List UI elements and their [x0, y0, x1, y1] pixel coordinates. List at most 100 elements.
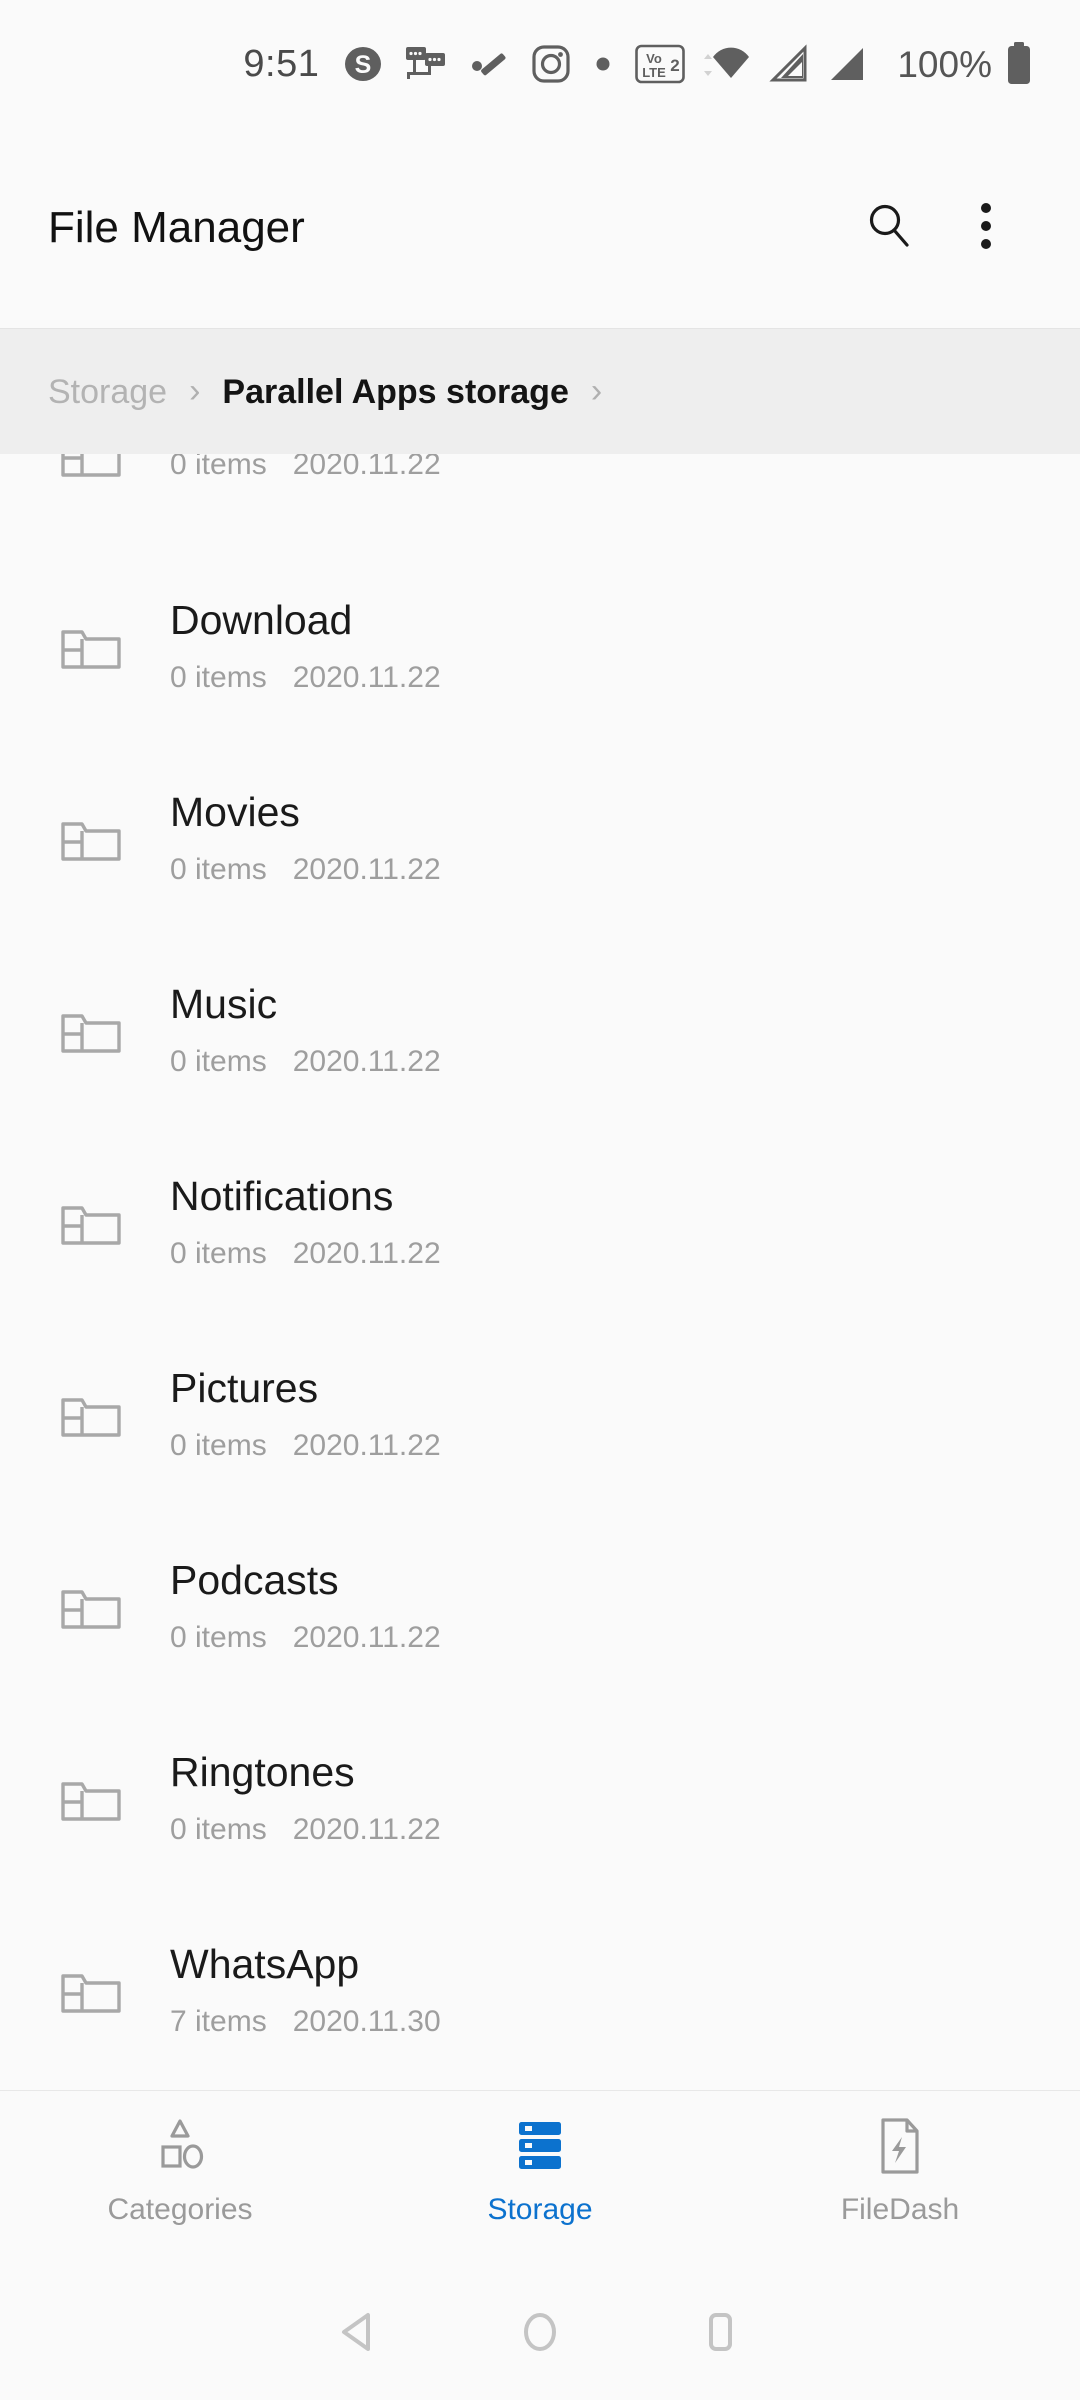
- folder-icon: [60, 812, 132, 864]
- nav-item-storage[interactable]: Storage: [360, 2115, 720, 2225]
- nav-label-storage: Storage: [487, 2193, 593, 2226]
- nav-label-filedash: FileDash: [840, 2193, 960, 2226]
- home-circle-icon: [517, 2309, 563, 2360]
- modified-date: 2020.11.22: [292, 852, 441, 886]
- back-button[interactable]: [270, 2268, 450, 2400]
- bottom-navigation: Categories Storage FileDash: [0, 2090, 1080, 2268]
- item-count: 0 items: [170, 1236, 267, 1270]
- file-meta: 0 items 2020.11.22: [170, 1236, 441, 1270]
- folder-icon: [60, 1004, 132, 1056]
- search-icon: [864, 200, 916, 257]
- home-button[interactable]: [450, 2268, 630, 2400]
- modified-date: 2020.11.22: [292, 454, 441, 481]
- item-count: 0 items: [170, 454, 267, 481]
- nav-label-categories: Categories: [107, 2193, 253, 2226]
- file-list[interactable]: 0 items 2020.11.22 Download 0 items 2020…: [0, 454, 1080, 2090]
- storage-icon: [513, 2115, 567, 2177]
- svg-text:S: S: [355, 51, 372, 79]
- svg-text:Vo: Vo: [647, 51, 663, 66]
- modified-date: 2020.11.22: [292, 1044, 441, 1078]
- breadcrumb-separator: ›: [189, 371, 201, 410]
- file-name: Pictures: [170, 1364, 319, 1411]
- file-name: WhatsApp: [170, 1940, 360, 1987]
- item-count: 0 items: [170, 1620, 267, 1654]
- folder-icon: [60, 1388, 132, 1440]
- row-text: Notifications 0 items 2020.11.22: [170, 1172, 441, 1270]
- table-row[interactable]: Notifications 0 items 2020.11.22: [0, 1126, 1080, 1318]
- folder-icon: [60, 620, 132, 672]
- svg-text:LTE: LTE: [643, 65, 667, 80]
- file-meta: 7 items 2020.11.30: [170, 2004, 441, 2038]
- file-name: Music: [170, 980, 278, 1027]
- breadcrumb-item-storage[interactable]: Storage: [48, 375, 167, 409]
- modified-date: 2020.11.22: [292, 660, 441, 694]
- folder-icon: [60, 454, 132, 480]
- page-title: File Manager: [48, 203, 305, 252]
- file-name: Notifications: [170, 1172, 394, 1219]
- item-count: 0 items: [170, 660, 267, 694]
- row-text: Download 0 items 2020.11.22: [170, 596, 441, 694]
- modified-date: 2020.11.22: [292, 1236, 441, 1270]
- overflow-menu-button[interactable]: [938, 180, 1034, 276]
- table-row[interactable]: Ringtones 0 items 2020.11.22: [0, 1702, 1080, 1894]
- table-row[interactable]: Music 0 items 2020.11.22: [0, 934, 1080, 1126]
- remote-chat-icon: [405, 45, 447, 83]
- folder-icon: [60, 1964, 132, 2016]
- item-count: 7 items: [170, 2004, 267, 2038]
- modified-date: 2020.11.22: [292, 1428, 441, 1462]
- table-row[interactable]: Movies 0 items 2020.11.22: [0, 742, 1080, 934]
- item-count: 0 items: [170, 1812, 267, 1846]
- modified-date: 2020.11.22: [292, 1620, 441, 1654]
- folder-icon: [60, 1580, 132, 1632]
- signal-sim1-icon: [769, 44, 809, 84]
- back-triangle-icon: [337, 2309, 383, 2360]
- nav-item-filedash[interactable]: FileDash: [720, 2115, 1080, 2225]
- status-bar-right: Vo LTE 2 100%: [635, 42, 1050, 86]
- table-row[interactable]: Podcasts 0 items 2020.11.22: [0, 1510, 1080, 1702]
- file-name: Podcasts: [170, 1556, 339, 1603]
- item-count: 0 items: [170, 1428, 267, 1462]
- item-count: 0 items: [170, 1044, 267, 1078]
- recents-button[interactable]: [630, 2268, 810, 2400]
- file-meta: 0 items 2020.11.22: [170, 1428, 441, 1462]
- breadcrumb-item-parallel-apps-storage[interactable]: Parallel Apps storage: [222, 375, 568, 409]
- table-row[interactable]: WhatsApp 7 items 2020.11.30: [0, 1894, 1080, 2086]
- app-bar-actions: [842, 180, 1034, 276]
- breadcrumb-separator-trailing: ›: [590, 371, 603, 410]
- folder-icon: [60, 1196, 132, 1248]
- file-name: Movies: [170, 788, 300, 835]
- svg-text:2: 2: [671, 56, 680, 75]
- wifi-icon: [703, 44, 751, 84]
- table-row[interactable]: Pictures 0 items 2020.11.22: [0, 1318, 1080, 1510]
- status-bar: 9:51 S Vo LTE 2 100%: [0, 0, 1080, 128]
- skype-icon: S: [343, 44, 383, 84]
- file-meta: 0 items 2020.11.22: [170, 852, 441, 886]
- instagram-icon: [531, 44, 571, 84]
- status-bar-left: 9:51 S: [243, 44, 635, 84]
- android-navigation-bar: [0, 2268, 1080, 2400]
- shapes-icon: [152, 2115, 208, 2177]
- table-row[interactable]: 0 items 2020.11.22: [0, 454, 1080, 550]
- row-text: Ringtones 0 items 2020.11.22: [170, 1748, 441, 1846]
- battery-full-icon: [1006, 42, 1032, 86]
- file-name: Ringtones: [170, 1748, 355, 1795]
- nav-item-categories[interactable]: Categories: [0, 2115, 360, 2225]
- battery-percent-label: 100%: [897, 43, 992, 85]
- row-text: 0 items 2020.11.22: [170, 454, 441, 480]
- modified-date: 2020.11.30: [292, 2004, 441, 2038]
- search-button[interactable]: [842, 180, 938, 276]
- check-pencil-icon: [469, 46, 509, 82]
- file-meta: 0 items 2020.11.22: [170, 1812, 441, 1846]
- row-text: WhatsApp 7 items 2020.11.30: [170, 1940, 441, 2038]
- more-vertical-icon: [978, 200, 994, 257]
- file-list-inner: 0 items 2020.11.22 Download 0 items 2020…: [0, 454, 1080, 2086]
- row-text: Music 0 items 2020.11.22: [170, 980, 441, 1078]
- signal-sim2-icon: [827, 44, 867, 84]
- volte2-icon: Vo LTE 2: [635, 43, 686, 85]
- table-row[interactable]: Download 0 items 2020.11.22: [0, 550, 1080, 742]
- breadcrumb: Storage › Parallel Apps storage ›: [0, 328, 1080, 454]
- row-text: Pictures 0 items 2020.11.22: [170, 1364, 441, 1462]
- status-clock: 9:51: [243, 43, 320, 85]
- filedash-icon: [877, 2115, 923, 2177]
- file-name: Download: [170, 596, 353, 643]
